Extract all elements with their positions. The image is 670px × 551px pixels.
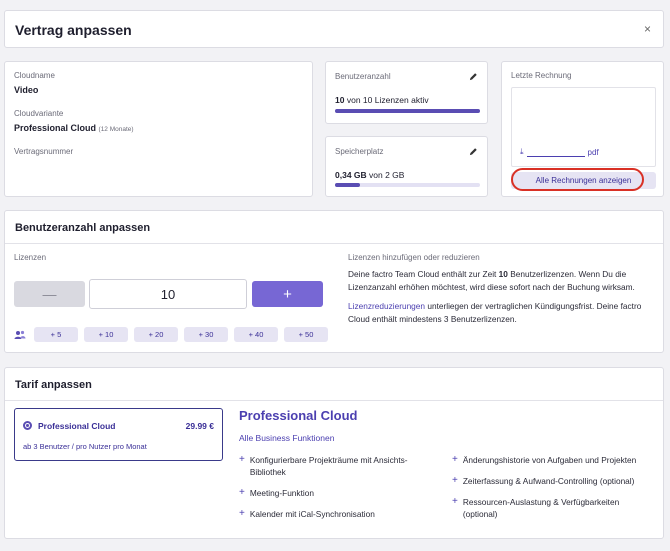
quick-add-5-button[interactable]: + 5 [34, 327, 78, 342]
feature-item: + Kalender mit iCal-Synchronisation [239, 508, 439, 520]
invoice-filename [526, 149, 585, 157]
plan-price: 29.99 € [185, 421, 214, 431]
user-count-card: Benutzeranzahl 10 von 10 Lizenzen aktiv [325, 61, 488, 124]
feature-item: + Zeiterfassung & Aufwand-Controlling (op… [452, 475, 652, 487]
features-subtitle: Alle Business Funktionen [239, 433, 335, 443]
variant-name: Professional Cloud [14, 123, 97, 133]
header-card: Vertrag anpassen × [4, 10, 664, 48]
feature-item: + Konfigurierbare Projekträume mit Ansich… [239, 454, 439, 478]
plus-icon: + [239, 487, 245, 498]
divider [5, 243, 663, 244]
feature-item: + Meeting-Funktion [239, 487, 439, 499]
storage-progress-bar [335, 183, 480, 187]
pencil-icon[interactable] [469, 72, 478, 81]
user-progress-bar [335, 109, 480, 113]
last-invoice-label: Letzte Rechnung [511, 71, 572, 80]
licenses-label: Lizenzen [14, 253, 47, 262]
feature-item: + Änderungshistorie von Aufgaben und Proj… [452, 454, 652, 466]
license-count-input[interactable] [89, 279, 247, 309]
tariff-title: Tarif anpassen [15, 379, 92, 391]
pencil-icon[interactable] [469, 147, 478, 156]
quick-add-10-button[interactable]: + 10 [84, 327, 128, 342]
invoice-card: Letzte Rechnung ⤓ pdf Alle Rechnungen an… [501, 61, 664, 197]
plan-subtitle: ab 3 Benutzer / pro Nutzer pro Monat [23, 442, 147, 451]
plus-icon: + [239, 454, 245, 465]
invoice-pdf-link[interactable]: ⤓ pdf [520, 147, 599, 157]
storage-amount: 0,34 GB [335, 170, 367, 180]
quick-add-row: + 5 + 10 + 20 + 30 + 40 + 50 [14, 327, 328, 342]
feature-text: Änderungshistorie von Aufgaben und Proje… [462, 455, 637, 465]
quick-add-30-button[interactable]: + 30 [184, 327, 228, 342]
adjust-users-title: Benutzeranzahl anpassen [15, 222, 151, 234]
increase-licenses-button[interactable]: + [252, 281, 323, 307]
user-count-suffix: von 10 Lizenzen aktiv [346, 95, 429, 105]
features-right-column: + Änderungshistorie von Aufgaben und Proj… [452, 454, 652, 529]
feature-text: Kalender mit iCal-Synchronisation [249, 509, 375, 519]
variant-label: Cloudvariante [14, 109, 64, 118]
variant-value: Professional Cloud (12 Monate) [14, 123, 134, 133]
invoice-preview: ⤓ pdf [511, 87, 656, 167]
quick-add-20-button[interactable]: + 20 [134, 327, 178, 342]
storage-progress-fill [335, 183, 360, 187]
quick-add-50-button[interactable]: + 50 [284, 327, 328, 342]
feature-text: Konfigurierbare Projekträume mit Ansicht… [249, 455, 408, 477]
show-all-invoices-button[interactable]: Alle Rechnungen anzeigen [511, 172, 656, 189]
contract-number-label: Vertragsnummer [14, 147, 74, 156]
decrease-licenses-button[interactable]: — [14, 281, 85, 307]
feature-text: Zeiterfassung & Aufwand-Controlling (opt… [462, 476, 635, 486]
feature-item: + Ressourcen-Auslastung & Verfügbarkeiten… [452, 496, 652, 520]
adjust-users-card: Benutzeranzahl anpassen Lizenzen — + + 5… [4, 210, 664, 353]
features-title: Professional Cloud [239, 408, 358, 423]
users-icon [14, 330, 26, 339]
storage-suffix: von 2 GB [369, 170, 405, 180]
cloudname-value: Video [14, 85, 39, 95]
quick-add-40-button[interactable]: + 40 [234, 327, 278, 342]
plan-name: Professional Cloud [38, 421, 116, 431]
plan-option-professional[interactable]: Professional Cloud 29.99 € ab 3 Benutzer… [14, 408, 223, 461]
storage-text: 0,34 GB von 2 GB [335, 170, 404, 180]
cloud-info-card: Cloudname Video Cloudvariante Profession… [4, 61, 313, 197]
page-title: Vertrag anpassen [15, 22, 132, 38]
invoice-file-ext: pdf [587, 148, 599, 157]
plus-icon: + [452, 496, 458, 507]
storage-card: Speicherplatz 0,34 GB von 2 GB [325, 136, 488, 197]
tariff-card: Tarif anpassen Professional Cloud 29.99 … [4, 367, 664, 539]
adjust-info-paragraph-2: Lizenzreduzierungen unterliegen der vert… [348, 300, 653, 326]
user-progress-fill [335, 109, 480, 113]
user-count-label: Benutzeranzahl [335, 72, 391, 81]
plus-icon: + [452, 475, 458, 486]
feature-text: Ressourcen-Auslastung & Verfügbarkeiten … [462, 497, 620, 519]
user-count-text: 10 von 10 Lizenzen aktiv [335, 95, 429, 105]
para1-pre: Deine factro Team Cloud enthält zur Zeit [348, 269, 499, 279]
feature-text: Meeting-Funktion [249, 488, 314, 498]
variant-duration: (12 Monate) [98, 126, 134, 133]
download-icon: ⤓ [520, 147, 524, 156]
divider [5, 400, 663, 401]
license-reduction-link[interactable]: Lizenzreduzierungen [348, 301, 425, 311]
features-left-column: + Konfigurierbare Projekträume mit Ansich… [239, 454, 439, 529]
close-icon[interactable]: × [644, 22, 651, 36]
adjust-info-text: Deine factro Team Cloud enthält zur Zeit… [348, 268, 653, 332]
user-count-value: 10 [335, 95, 345, 105]
radio-selected-icon[interactable] [23, 421, 32, 430]
cloudname-label: Cloudname [14, 71, 55, 80]
plus-icon: + [452, 454, 458, 465]
adjust-info-paragraph-1: Deine factro Team Cloud enthält zur Zeit… [348, 268, 653, 294]
plus-icon: + [239, 508, 245, 519]
adjust-info-label: Lizenzen hinzufügen oder reduzieren [348, 253, 480, 262]
storage-label: Speicherplatz [335, 147, 384, 156]
para1-count: 10 [498, 269, 508, 279]
